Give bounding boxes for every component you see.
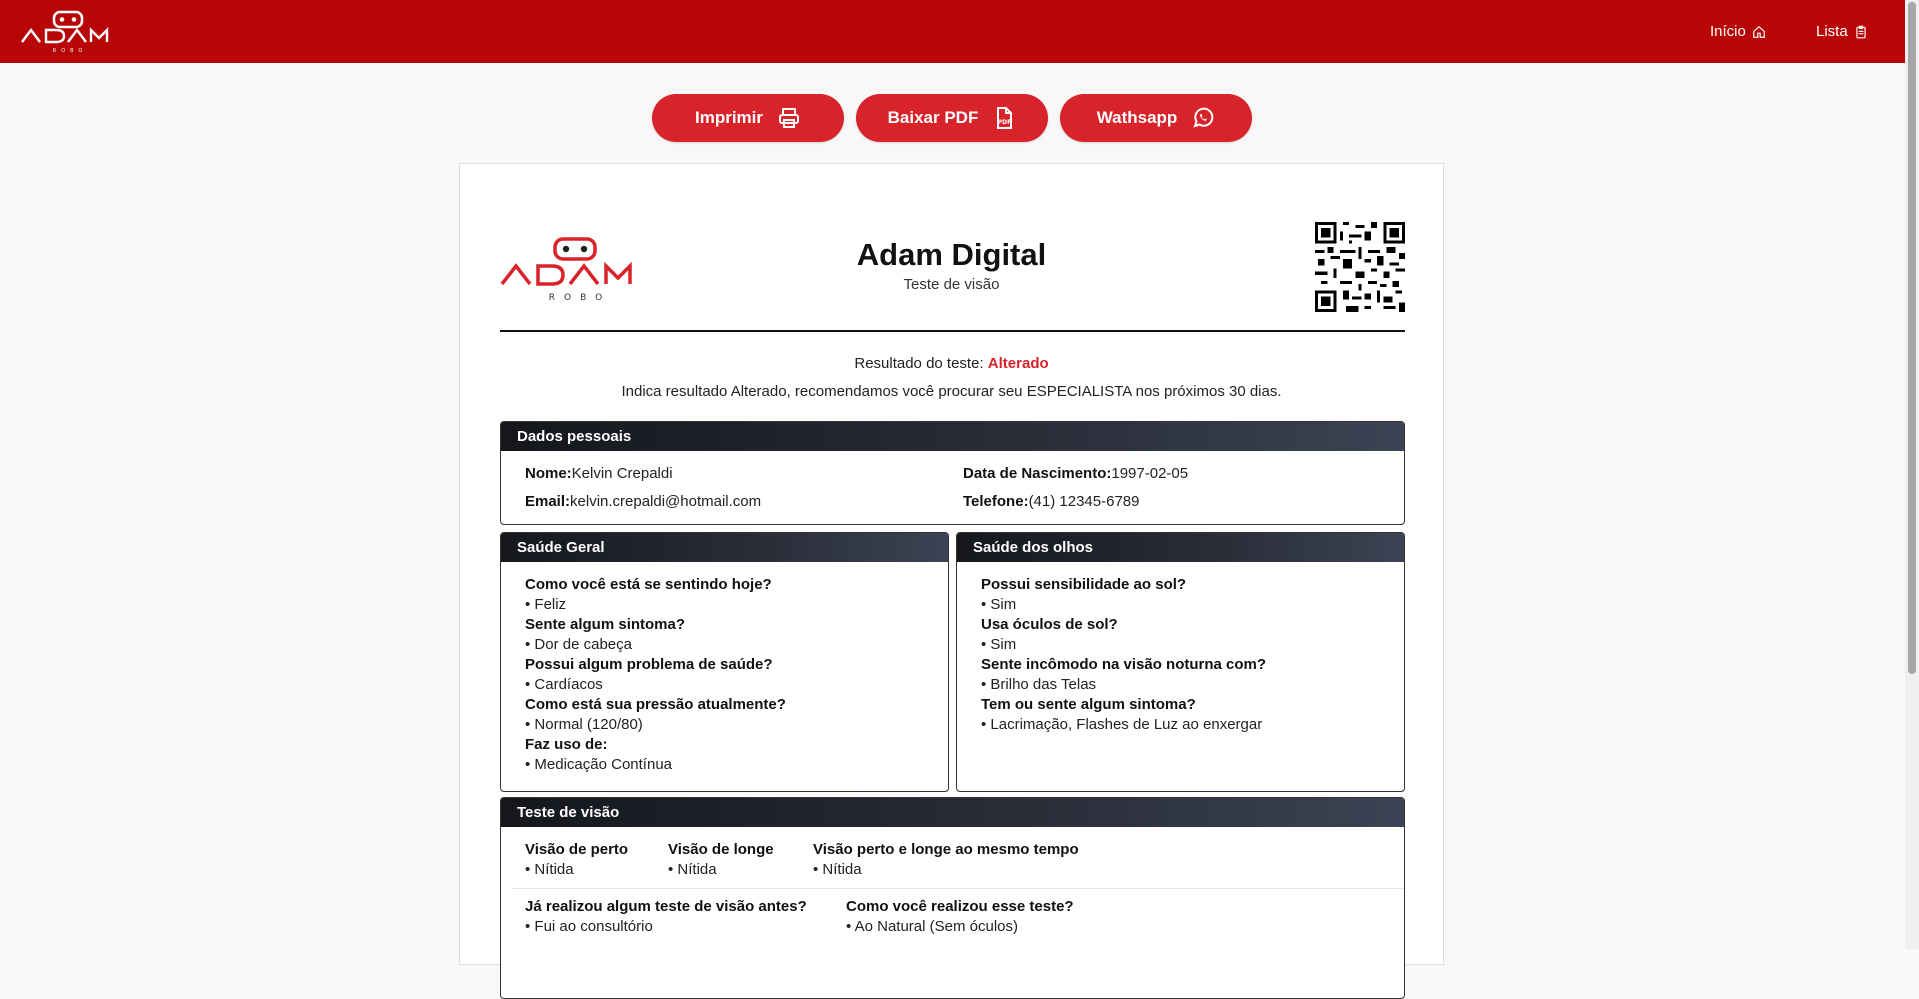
question: Usa óculos de sol? bbox=[981, 616, 1118, 633]
recommendation-text: Indica resultado Alterado, recomendamos … bbox=[621, 383, 1282, 400]
question: Sente algum sintoma? bbox=[525, 616, 686, 633]
question: Possui sensibilidade ao sol? bbox=[981, 576, 1187, 593]
eye-health-title: Saúde dos olhos bbox=[957, 533, 1404, 562]
name-value: Kelvin Crepaldi bbox=[571, 465, 673, 482]
whatsapp-icon bbox=[1193, 107, 1214, 128]
answer: • Brilho das Telas bbox=[981, 676, 1097, 693]
question: Visão perto e longe ao mesmo tempo bbox=[813, 841, 1079, 858]
nav-inicio-label: Início bbox=[1710, 23, 1746, 40]
previous-test: Já realizou algum teste de visão antes? … bbox=[525, 897, 807, 937]
name-label: Nome: bbox=[525, 465, 572, 482]
personal-data-title: Dados pessoais bbox=[501, 422, 1404, 451]
svg-text:ROBO: ROBO bbox=[549, 293, 611, 303]
question: Como você está se sentindo hoje? bbox=[525, 576, 772, 593]
phone-value: (41) 12345-6789 bbox=[1028, 493, 1140, 510]
birth-value: 1997-02-05 bbox=[1111, 465, 1189, 482]
eye-health-list: Possui sensibilidade ao sol? • Sim Usa ó… bbox=[981, 575, 1266, 735]
general-health-title: Saúde Geral bbox=[501, 533, 948, 562]
answer: • Sim bbox=[981, 596, 1017, 613]
clipboard-icon bbox=[1856, 25, 1866, 38]
scrollbar-thumb[interactable] bbox=[1908, 2, 1916, 674]
answer: • Fui ao consultório bbox=[525, 918, 653, 935]
download-pdf-button-label: Baixar PDF bbox=[887, 108, 979, 127]
home-icon bbox=[1753, 25, 1765, 38]
answer: • Lacrimação, Flashes de Luz ao enxergar bbox=[981, 716, 1263, 733]
test-result-value: Alterado bbox=[987, 355, 1049, 372]
brand-logo[interactable]: ROBO bbox=[18, 10, 118, 54]
question: Sente incômodo na visão noturna com? bbox=[981, 656, 1267, 673]
nav-lista-label: Lista bbox=[1816, 23, 1848, 40]
row-divider bbox=[513, 888, 1404, 889]
answer: • Nítida bbox=[813, 861, 862, 878]
svg-text:ROBO: ROBO bbox=[53, 48, 88, 54]
print-button-label: Imprimir bbox=[694, 108, 764, 127]
answer: • Nítida bbox=[668, 861, 717, 878]
report-document: ROBO Adam Digital Teste de visão Resulta… bbox=[459, 163, 1444, 999]
general-health-card: Saúde Geral Como você está se sentindo h… bbox=[500, 532, 949, 792]
top-navbar: ROBO Início Lista bbox=[0, 0, 1905, 63]
page-scrollbar[interactable] bbox=[1905, 0, 1919, 949]
answer: • Normal (120/80) bbox=[525, 716, 643, 733]
answer: • Feliz bbox=[525, 596, 567, 613]
answer: • Dor de cabeça bbox=[525, 636, 632, 653]
general-health-list: Como você está se sentindo hoje? • Feliz… bbox=[525, 575, 786, 775]
print-button[interactable]: Imprimir bbox=[652, 94, 844, 142]
email-label: Email: bbox=[525, 493, 571, 510]
question: Como você realizou esse teste? bbox=[846, 898, 1074, 915]
email-field: Email:kelvin.crepaldi@hotmail.com bbox=[525, 493, 761, 510]
name-field: Nome:Kelvin Crepaldi bbox=[525, 465, 673, 482]
svg-text:PDF: PDF bbox=[998, 119, 1011, 126]
test-result-label: Resultado do teste: bbox=[854, 355, 984, 372]
nav-lista[interactable]: Lista bbox=[1816, 0, 1868, 63]
test-method: Como você realizou esse teste? • Ao Natu… bbox=[846, 897, 1074, 937]
download-pdf-button[interactable]: Baixar PDF PDF bbox=[856, 94, 1048, 142]
question: Como está sua pressão atualmente? bbox=[525, 696, 786, 713]
question: Tem ou sente algum sintoma? bbox=[981, 696, 1196, 713]
header-divider bbox=[500, 330, 1405, 332]
answer: • Ao Natural (Sem óculos) bbox=[846, 918, 1018, 935]
personal-data-card: Dados pessoais Nome:Kelvin Crepaldi Data… bbox=[500, 421, 1405, 525]
question: Possui algum problema de saúde? bbox=[525, 656, 773, 673]
test-result: Resultado do teste: Alterado bbox=[460, 355, 1443, 372]
email-value: kelvin.crepaldi@hotmail.com bbox=[570, 493, 762, 510]
near-vision: Visão de perto • Nítida bbox=[525, 840, 628, 880]
answer: • Medicação Contínua bbox=[525, 756, 673, 773]
phone-field: Telefone:(41) 12345-6789 bbox=[963, 493, 1139, 510]
nav-inicio[interactable]: Início bbox=[1710, 0, 1766, 63]
question: Visão de longe bbox=[668, 841, 774, 858]
eye-health-card: Saúde dos olhos Possui sensibilidade ao … bbox=[956, 532, 1405, 792]
answer: • Cardíacos bbox=[525, 676, 603, 693]
report-title: Adam Digital bbox=[856, 237, 1047, 272]
answer: • Sim bbox=[981, 636, 1017, 653]
far-vision: Visão de longe • Nítida bbox=[668, 840, 774, 880]
birth-field: Data de Nascimento:1997-02-05 bbox=[963, 465, 1188, 482]
action-bar: Imprimir Baixar PDF PDF Wathsapp bbox=[652, 94, 1252, 142]
whatsapp-button[interactable]: Wathsapp bbox=[1060, 94, 1252, 142]
pdf-icon: PDF bbox=[997, 107, 1013, 129]
vision-test-card: Teste de visão Visão de perto • Nítida V… bbox=[500, 797, 1405, 999]
printer-icon bbox=[779, 108, 800, 128]
phone-label: Telefone: bbox=[963, 493, 1029, 510]
vision-test-title: Teste de visão bbox=[501, 798, 1404, 827]
question: Já realizou algum teste de visão antes? bbox=[525, 898, 807, 915]
report-subtitle: Teste de visão bbox=[903, 276, 1000, 293]
question: Faz uso de: bbox=[525, 736, 608, 753]
birth-label: Data de Nascimento: bbox=[963, 465, 1112, 482]
qr-code bbox=[1315, 222, 1405, 312]
whatsapp-button-label: Wathsapp bbox=[1096, 108, 1178, 127]
near-far-vision: Visão perto e longe ao mesmo tempo • Nít… bbox=[813, 840, 1079, 880]
answer: • Nítida bbox=[525, 861, 574, 878]
question: Visão de perto bbox=[525, 841, 629, 858]
